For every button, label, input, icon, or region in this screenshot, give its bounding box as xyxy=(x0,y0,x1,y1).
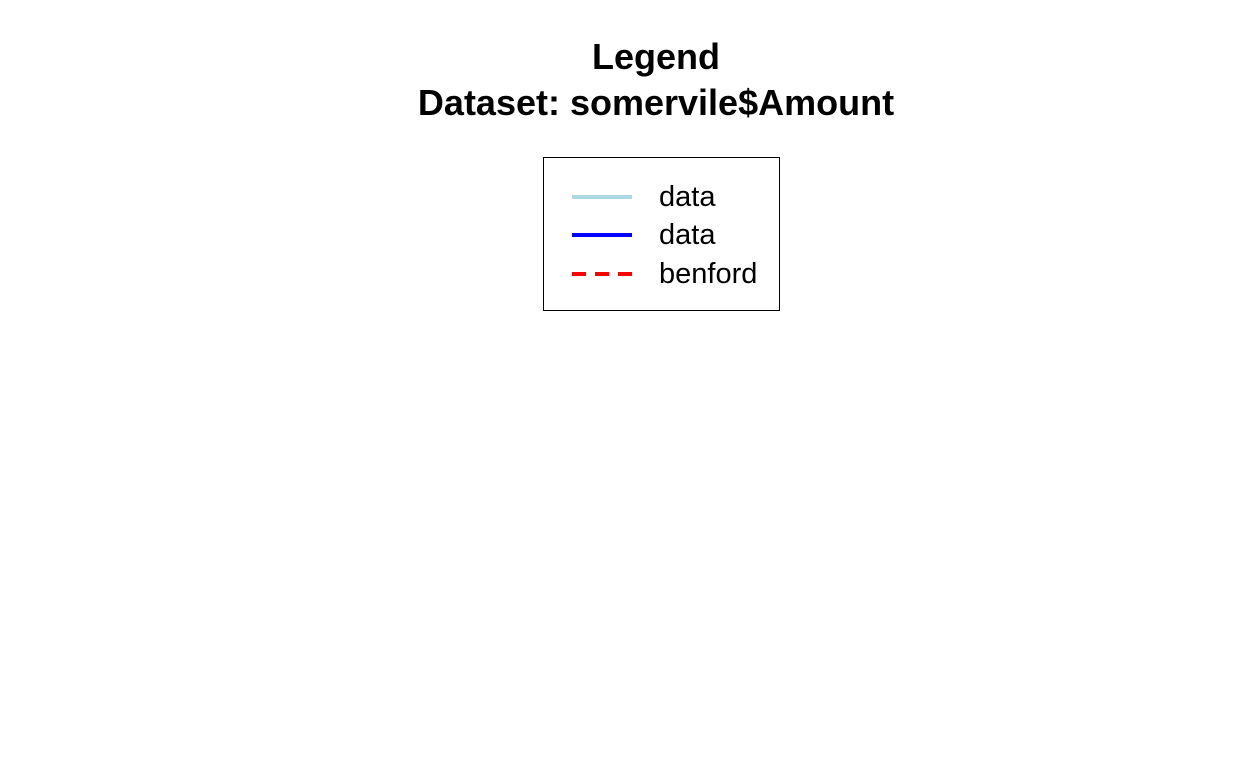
legend-label: data xyxy=(659,219,716,251)
legend-label: benford xyxy=(659,258,758,290)
chart-title-line-2: Dataset: somervile$Amount xyxy=(417,82,895,123)
legend-swatch xyxy=(572,195,632,199)
legend-swatch xyxy=(572,272,632,276)
legend-swatch xyxy=(572,233,632,237)
legend-label: data xyxy=(659,181,716,213)
chart-legend: data data benford xyxy=(543,157,780,311)
legend-entry: data xyxy=(544,178,779,216)
legend-entry: data xyxy=(544,216,779,254)
chart-title-line-1: Legend xyxy=(591,36,720,77)
legend-entry: benford xyxy=(544,255,779,293)
